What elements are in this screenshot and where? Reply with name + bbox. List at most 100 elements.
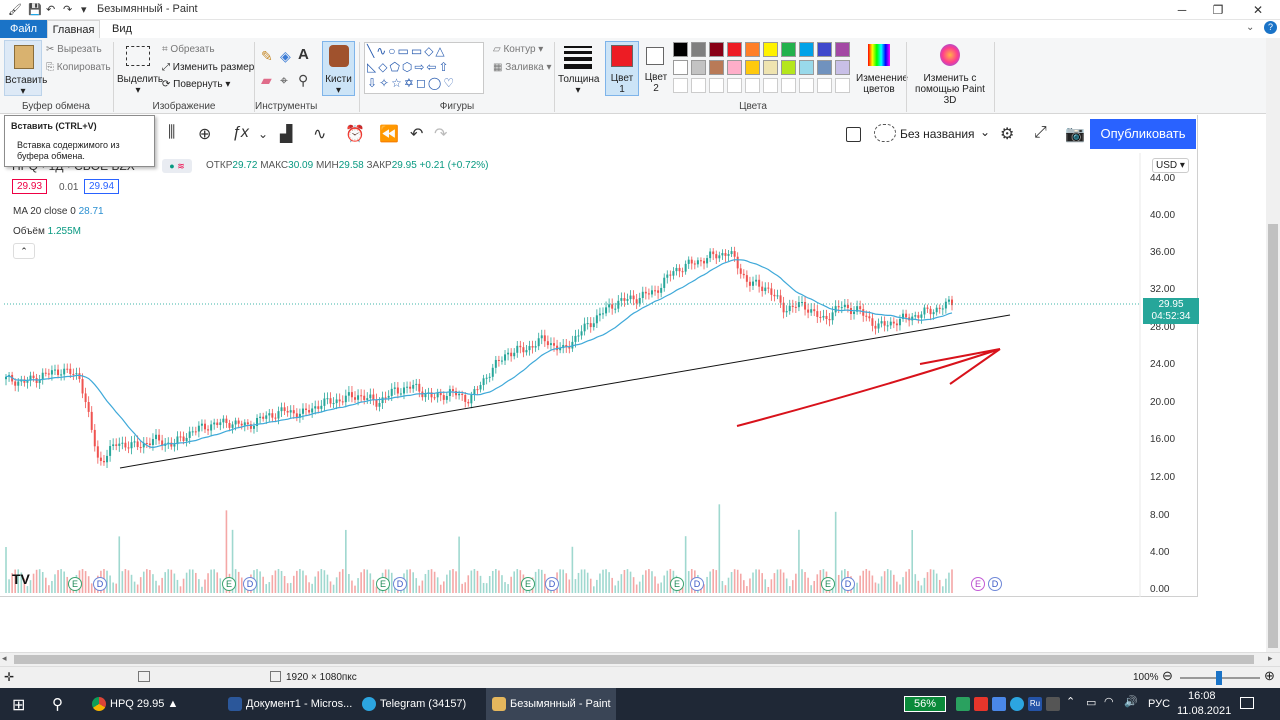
color-swatch[interactable]	[691, 60, 706, 75]
color-swatch[interactable]	[727, 60, 742, 75]
color1-button[interactable]: Цвет 1	[605, 41, 639, 96]
color-swatch[interactable]	[673, 42, 688, 57]
tab-file[interactable]: Файл	[0, 20, 47, 38]
clock-date[interactable]: 11.08.2021	[1177, 705, 1231, 717]
color-swatch[interactable]	[817, 42, 832, 57]
thickness-button[interactable]: Толщина ▾	[558, 42, 599, 98]
currency-selector[interactable]: USD ▾	[1152, 158, 1189, 173]
notifications-icon[interactable]	[1240, 697, 1254, 709]
layout-name[interactable]: Без названия	[900, 127, 975, 141]
chevron-down-icon[interactable]: ⌄	[980, 125, 990, 139]
minimize-button[interactable]: ─	[1164, 0, 1200, 20]
resize-button[interactable]: ⤢ Изменить размер	[162, 62, 254, 73]
text-tool-icon[interactable]: A	[298, 46, 309, 63]
vertical-scroll-thumb[interactable]	[1268, 224, 1278, 648]
dividend-marker[interactable]: D	[988, 577, 1002, 591]
outline-button[interactable]: ▱ Контур ▾	[493, 44, 543, 55]
expand-icon[interactable]: ⤢	[1034, 124, 1047, 142]
telegram-tray-icon[interactable]	[1010, 697, 1024, 711]
tab-view[interactable]: Вид	[112, 20, 132, 38]
earnings-marker[interactable]: E	[821, 577, 835, 591]
maximize-button[interactable]: ❐	[1200, 0, 1236, 20]
color-swatch[interactable]	[709, 42, 724, 57]
custom-color-swatch[interactable]	[763, 78, 778, 93]
gear-icon[interactable]: ⚙	[1000, 124, 1014, 144]
custom-color-swatch[interactable]	[781, 78, 796, 93]
pencil-icon[interactable]: ✎	[261, 48, 273, 65]
undo-icon[interactable]: ↶	[410, 124, 423, 144]
taskbar-item-chrome[interactable]: HPQ 29.95 ▲ +0.72...	[86, 688, 218, 720]
custom-color-swatch[interactable]	[673, 78, 688, 93]
copy-button[interactable]: ⎘ Копировать	[46, 62, 111, 73]
windows-start-icon[interactable]: ⊞	[12, 695, 25, 715]
earnings-marker[interactable]: E	[68, 577, 82, 591]
redo-icon[interactable]: ↷	[63, 3, 72, 16]
custom-color-swatch[interactable]	[745, 78, 760, 93]
scroll-left-icon[interactable]: ◂	[2, 653, 7, 664]
save-icon[interactable]: 💾	[28, 3, 42, 16]
zoom-in-button[interactable]: ⊕	[1264, 668, 1275, 684]
dividend-marker[interactable]: D	[841, 577, 855, 591]
eraser-icon[interactable]: ▰	[261, 72, 272, 89]
custom-color-swatch[interactable]	[817, 78, 832, 93]
templates-icon[interactable]: ▟	[280, 124, 292, 144]
fill-button[interactable]: ▦ Заливка ▾	[493, 62, 552, 73]
compare-plus-icon[interactable]: ⊕	[198, 124, 211, 144]
volume-icon[interactable]: 🔊	[1124, 695, 1138, 708]
tray-app-icon[interactable]	[992, 697, 1006, 711]
color-swatch[interactable]	[763, 42, 778, 57]
chevron-up-icon[interactable]: ⌃	[1066, 695, 1075, 708]
earnings-marker[interactable]: E	[971, 577, 985, 591]
close-button[interactable]: ✕	[1240, 0, 1276, 20]
quick-access-dropdown-icon[interactable]: ▾	[81, 3, 87, 16]
dividend-marker[interactable]: D	[690, 577, 704, 591]
dividend-marker[interactable]: D	[393, 577, 407, 591]
publish-button[interactable]: Опубликовать	[1090, 119, 1196, 149]
color-swatch[interactable]	[727, 42, 742, 57]
color-swatch[interactable]	[781, 60, 796, 75]
custom-color-swatch[interactable]	[835, 78, 850, 93]
battery-icon[interactable]: ▭	[1086, 696, 1096, 709]
fullscreen-square-icon[interactable]	[846, 127, 861, 142]
horizontal-scroll-thumb[interactable]	[14, 655, 1254, 664]
color-swatch[interactable]	[745, 42, 760, 57]
earnings-marker[interactable]: E	[670, 577, 684, 591]
color-swatch[interactable]	[799, 42, 814, 57]
clock-time[interactable]: 16:08	[1188, 690, 1216, 702]
earnings-marker[interactable]: E	[222, 577, 236, 591]
search-icon[interactable]: ⚲	[52, 695, 63, 713]
paint-canvas[interactable]: ⫼ ⊕ ƒx ⌄ ▟ ∿ ⏰ ⏪ ↶ ↷ Без названия ⌄ ⚙ ⤢ …	[0, 115, 1199, 597]
color2-button[interactable]: Цвет 2	[642, 41, 670, 96]
dividend-marker[interactable]: D	[545, 577, 559, 591]
zoom-slider-thumb[interactable]	[1216, 671, 1222, 685]
color-swatch[interactable]	[709, 60, 724, 75]
color-swatch[interactable]	[835, 60, 850, 75]
tab-home[interactable]: Главная	[47, 20, 100, 38]
vertical-scrollbar[interactable]	[1266, 38, 1280, 652]
tray-app-icon[interactable]	[974, 697, 988, 711]
cut-button[interactable]: ✂ Вырезать	[46, 44, 102, 55]
dividend-marker[interactable]: D	[93, 577, 107, 591]
wifi-icon[interactable]: ◠	[1104, 695, 1114, 708]
paint3d-button[interactable]: Изменить с помощью Paint 3D	[908, 42, 992, 106]
earnings-marker[interactable]: E	[521, 577, 535, 591]
tray-app-icon[interactable]	[1046, 697, 1060, 711]
custom-color-swatch[interactable]	[709, 78, 724, 93]
strategy-icon[interactable]: ∿	[313, 124, 326, 144]
tray-app-icon[interactable]	[956, 697, 970, 711]
taskbar-item-paint[interactable]: Безымянный - Paint	[486, 688, 616, 720]
replay-icon[interactable]: ⏪	[379, 124, 399, 144]
color-swatch[interactable]	[835, 42, 850, 57]
alert-clock-icon[interactable]: ⏰	[345, 124, 365, 144]
candles-icon[interactable]: ⫼	[168, 124, 175, 142]
keyboard-ru-icon[interactable]: Ru	[1028, 697, 1042, 711]
help-icon[interactable]: ?	[1264, 21, 1277, 34]
custom-color-swatch[interactable]	[691, 78, 706, 93]
magnifier-icon[interactable]: ⚲	[298, 72, 308, 89]
language-indicator[interactable]: РУС	[1148, 698, 1170, 710]
edit-colors-button[interactable]: Изменение цветов	[856, 42, 908, 98]
color-swatch[interactable]	[817, 60, 832, 75]
rotate-button[interactable]: ⟳ Повернуть ▾	[162, 79, 230, 90]
color-swatch[interactable]	[745, 60, 760, 75]
color-swatch[interactable]	[781, 42, 796, 57]
